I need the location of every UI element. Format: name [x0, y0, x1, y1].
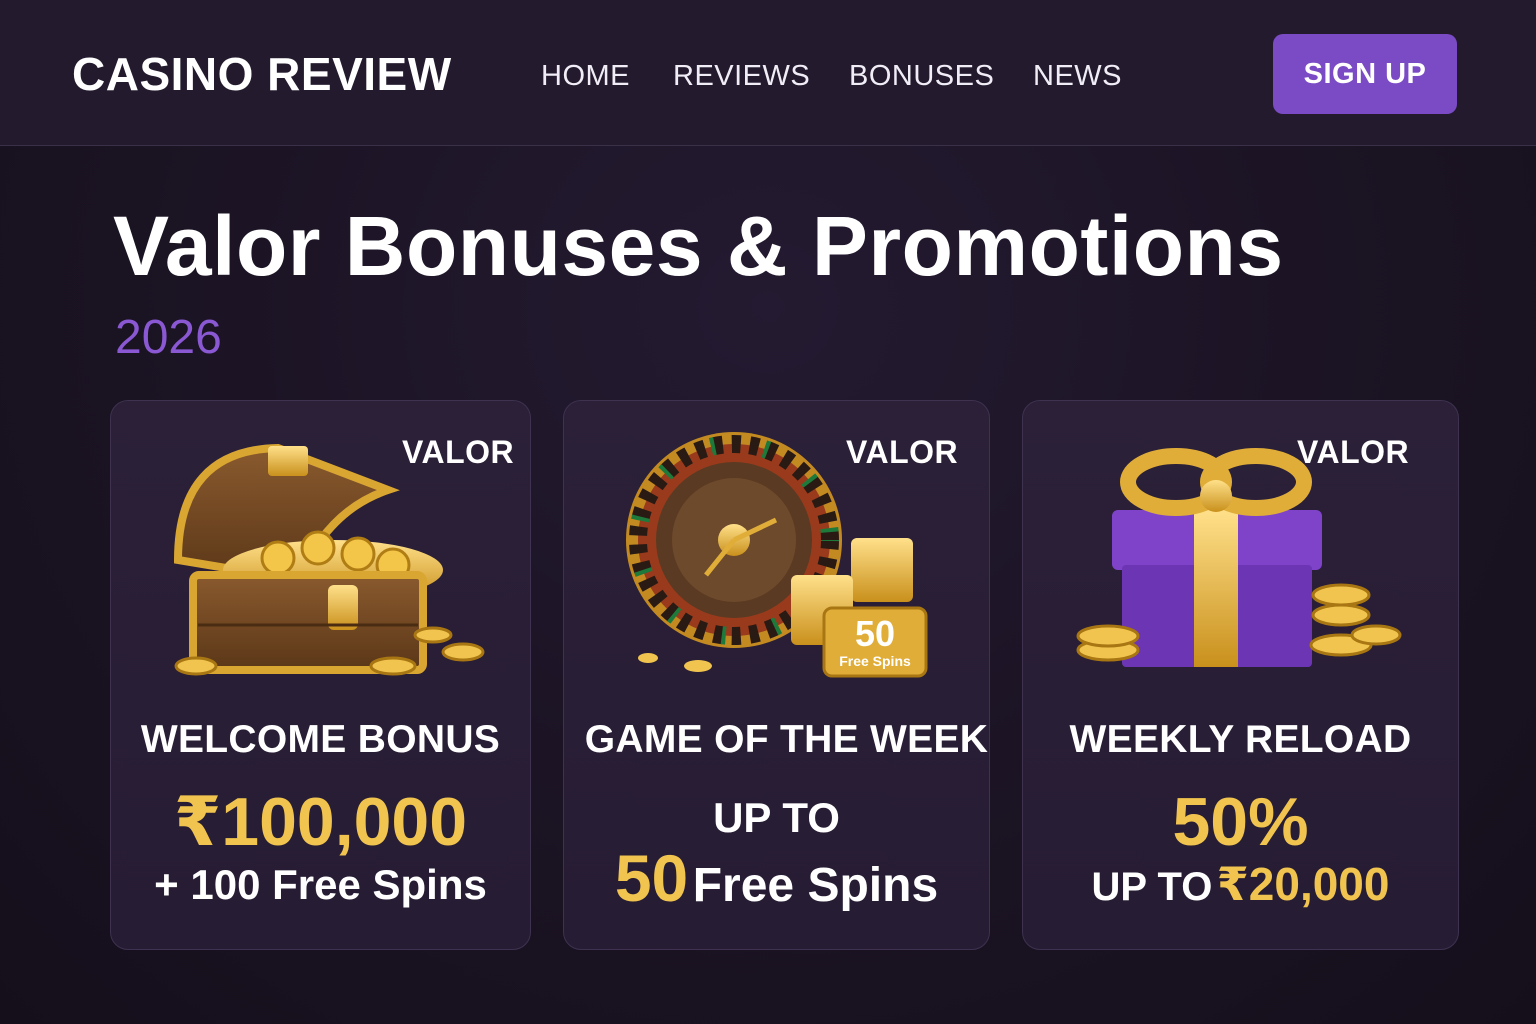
page-title: Valor Bonuses & Promotions: [113, 199, 1284, 293]
welcome-extra: + 100 Free Spins: [154, 861, 487, 908]
game-week-offer: 50 Free Spins: [563, 840, 990, 924]
nav-news[interactable]: NEWS: [1033, 58, 1122, 94]
game-week-prefix: UP TO: [713, 794, 840, 841]
nav-bonuses[interactable]: BONUSES: [849, 58, 994, 94]
card-title-weekly-reload: WEEKLY RELOAD: [1069, 718, 1412, 761]
roulette-wheel-icon: 50 Free Spins: [626, 432, 928, 678]
nav-home[interactable]: HOME: [541, 58, 630, 94]
card-title-game-week: GAME OF THE WEEK: [584, 718, 989, 761]
game-week-extra: Free Spins: [692, 859, 939, 912]
sign-up-button[interactable]: SIGN UP: [1273, 34, 1457, 114]
nav-reviews[interactable]: REVIEWS: [673, 58, 810, 94]
gift-box-icon: [1076, 448, 1402, 667]
site-header: CASINO REVIEW HOME REVIEWS BONUSES NEWS …: [0, 0, 1536, 146]
treasure-chest-icon: [173, 443, 485, 676]
welcome-amount: ₹100,000: [173, 784, 468, 860]
reload-max: ₹20,000: [1216, 858, 1390, 910]
reload-percent: 50%: [1172, 784, 1309, 860]
card-title-welcome: WELCOME BONUS: [140, 718, 501, 761]
page-year: 2026: [115, 311, 222, 364]
badge-label: Free Spins: [839, 653, 911, 669]
badge-number: 50: [855, 613, 895, 654]
game-week-amount: 50: [614, 841, 689, 915]
reload-offer: UP TO ₹20,000: [1022, 858, 1459, 913]
site-logo[interactable]: CASINO REVIEW: [72, 48, 452, 100]
reload-prefix: UP TO: [1091, 865, 1213, 909]
